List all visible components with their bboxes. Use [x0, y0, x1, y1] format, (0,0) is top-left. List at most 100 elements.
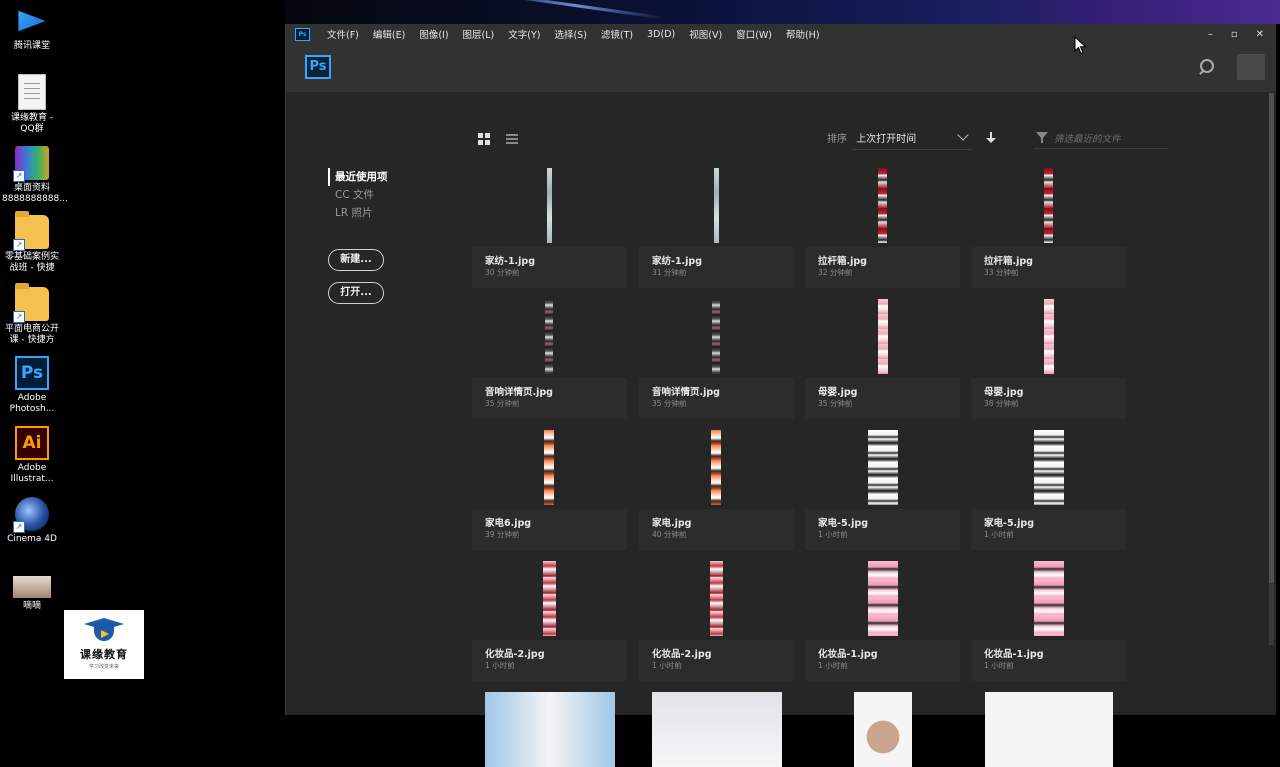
menu-file[interactable]: 文件(F): [320, 27, 366, 41]
file-thumbnail: [652, 692, 782, 767]
file-thumbnail: [545, 299, 553, 374]
desktop-icon-ecommerce-folder[interactable]: ↗ 平面电商公开课 - 快捷方: [0, 283, 64, 346]
file-thumbnail-area: [639, 298, 794, 378]
file-name: 拉杆箱.jpg: [984, 256, 1033, 267]
menu-view[interactable]: 视图(V): [682, 27, 729, 41]
recent-file-card[interactable]: 拉杆箱.jpg 32 分钟前: [805, 167, 960, 288]
file-thumbnail-area: [805, 298, 960, 378]
file-name: 音响详情页.jpg: [652, 387, 720, 398]
menu-filter[interactable]: 滤镜(T): [594, 27, 640, 41]
recent-file-card[interactable]: 家电-5.jpg 1 小时前: [971, 429, 1126, 550]
recent-file-card[interactable]: [971, 691, 1126, 767]
graduation-cap-icon: [84, 616, 124, 642]
menu-layer[interactable]: 图层(L): [456, 27, 502, 41]
file-thumbnail-area: [971, 429, 1126, 509]
file-time: 40 分钟前: [652, 530, 687, 539]
menu-3d[interactable]: 3D(D): [640, 29, 682, 40]
recent-file-card[interactable]: 拉杆箱.jpg 33 分钟前: [971, 167, 1126, 288]
menu-bar: Ps 文件(F) 编辑(E) 图像(I) 图层(L) 文字(Y) 选择(S) 滤…: [286, 24, 1276, 44]
file-time: 33 分钟前: [984, 268, 1019, 277]
file-time: 32 分钟前: [818, 268, 853, 277]
file-time: 35 分钟前: [485, 399, 520, 408]
desktop-icon-cinema4d[interactable]: ↗ Cinema 4D: [0, 497, 64, 545]
desktop-icon-photo[interactable]: 嘀嘀: [0, 570, 64, 612]
new-button[interactable]: 新建...: [328, 249, 384, 271]
menu-window[interactable]: 窗口(W): [729, 27, 779, 41]
file-name: 家电-5.jpg: [984, 518, 1035, 529]
desktop-icon-qq-group-doc[interactable]: 课缘教育 -QQ群: [0, 74, 64, 135]
recent-file-card[interactable]: 化妆品-2.jpg 1 小时前: [639, 560, 794, 681]
file-name: 化妆品-1.jpg: [984, 649, 1044, 660]
list-view-icon[interactable]: [506, 133, 520, 145]
scrollbar-thumb[interactable]: [1269, 93, 1274, 583]
menu-select[interactable]: 选择(S): [547, 27, 593, 41]
file-thumbnail: [543, 561, 556, 636]
file-thumbnail-area: [805, 167, 960, 247]
desktop-icon-basic-class-folder[interactable]: ↗ 零基础案例实战班 - 快捷: [0, 211, 64, 274]
sort-value[interactable]: 上次打开时间: [856, 134, 916, 145]
file-thumbnail: [714, 168, 719, 243]
search-icon[interactable]: [1198, 58, 1216, 76]
desktop-icon-tencent-classroom[interactable]: 腾讯课堂: [0, 4, 64, 52]
recent-file-card[interactable]: 家纺-1.jpg 30 分钟前: [472, 167, 627, 288]
file-time: 1 小时前: [984, 661, 1014, 670]
file-time: 1 小时前: [652, 661, 682, 670]
recent-file-card[interactable]: [472, 691, 627, 767]
sidebar-item-lr-photos[interactable]: LR 照片: [328, 204, 388, 222]
file-thumbnail: [485, 692, 615, 767]
file-time: 1 小时前: [818, 661, 848, 670]
recent-file-card[interactable]: 化妆品-1.jpg 1 小时前: [971, 560, 1126, 681]
recent-file-card[interactable]: 母婴.jpg 35 分钟前: [805, 298, 960, 419]
maximize-button[interactable]: ▫: [1231, 29, 1238, 40]
recent-file-card[interactable]: 母婴.jpg 38 分钟前: [971, 298, 1126, 419]
grid-view-icon[interactable]: [478, 133, 492, 145]
sidebar-item-cc-files[interactable]: CC 文件: [328, 186, 388, 204]
recent-file-card[interactable]: 音响详情页.jpg 35 分钟前: [472, 298, 627, 419]
window-controls: – ▫ ✕: [1208, 24, 1264, 44]
recent-file-card[interactable]: 音响详情页.jpg 35 分钟前: [639, 298, 794, 419]
menu-type[interactable]: 文字(Y): [501, 27, 547, 41]
file-thumbnail: [547, 168, 552, 243]
file-thumbnail: [985, 692, 1113, 767]
menu-edit[interactable]: 编辑(E): [366, 27, 412, 41]
recent-file-card[interactable]: [805, 691, 960, 767]
file-name: 母婴.jpg: [984, 387, 1024, 398]
menu-image[interactable]: 图像(I): [412, 27, 455, 41]
shortcut-arrow-icon: ↗: [13, 239, 25, 251]
menu-help[interactable]: 帮助(H): [779, 27, 827, 41]
sort-label: 排序: [827, 134, 847, 145]
recent-file-card[interactable]: 化妆品-1.jpg 1 小时前: [805, 560, 960, 681]
open-button[interactable]: 打开...: [328, 282, 384, 304]
file-thumbnail-area: [805, 560, 960, 640]
desktop-icon-illustrator[interactable]: Ai Adobe Illustrat...: [0, 426, 64, 485]
photoshop-app-icon[interactable]: Ps: [295, 27, 310, 41]
user-avatar[interactable]: [1237, 54, 1265, 80]
file-thumbnail-area: [805, 691, 960, 767]
file-time: 1 小时前: [818, 530, 848, 539]
desktop-icon-photoshop[interactable]: Ps Adobe Photosh...: [0, 356, 64, 415]
file-thumbnail-area: [639, 560, 794, 640]
close-button[interactable]: ✕: [1256, 29, 1264, 40]
file-thumbnail: [1044, 299, 1054, 374]
filter-input[interactable]: 筛选最近的文件: [1034, 128, 1168, 149]
recent-file-card[interactable]: [639, 691, 794, 767]
file-thumbnail: [712, 299, 720, 374]
file-thumbnail: [544, 430, 554, 505]
scrollbar[interactable]: [1269, 93, 1274, 645]
file-thumbnail: [868, 561, 898, 636]
photoshop-logo: Ps: [305, 55, 331, 79]
shortcut-arrow-icon: ↗: [13, 521, 25, 533]
recent-file-card[interactable]: 家电-5.jpg 1 小时前: [805, 429, 960, 550]
sort-direction-arrow-icon[interactable]: [986, 132, 996, 144]
sort-control[interactable]: 排序 上次打开时间: [827, 130, 967, 145]
minimize-button[interactable]: –: [1208, 29, 1213, 40]
sidebar-item-recent[interactable]: 最近使用项: [328, 168, 388, 186]
recent-file-card[interactable]: 化妆品-2.jpg 1 小时前: [472, 560, 627, 681]
desktop-icon-label: 嘀嘀: [22, 601, 41, 611]
file-thumbnail-area: [472, 560, 627, 640]
desktop-icon-materials-archive[interactable]: ↗ 桌面资料 8888888888...: [0, 146, 68, 205]
recent-file-card[interactable]: 家电.jpg 40 分钟前: [639, 429, 794, 550]
recent-file-card[interactable]: 家纺-1.jpg 31 分钟前: [639, 167, 794, 288]
recent-file-card[interactable]: 家电6.jpg 39 分钟前: [472, 429, 627, 550]
file-thumbnail: [868, 430, 898, 505]
